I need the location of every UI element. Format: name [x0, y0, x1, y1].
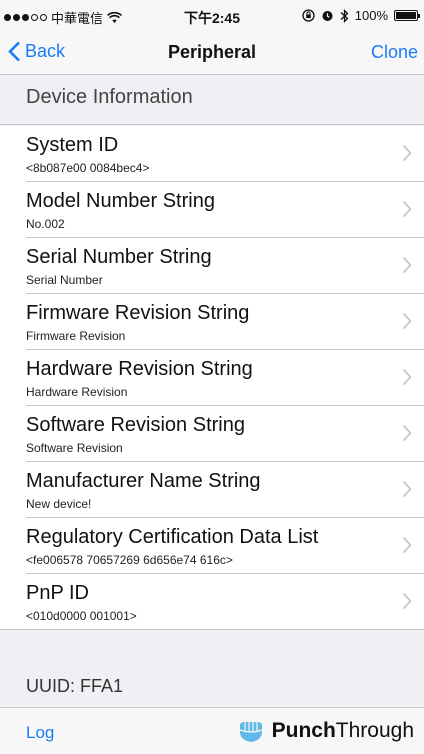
list-item-title: PnP ID: [26, 582, 89, 604]
list-item-value: Serial Number: [26, 273, 103, 287]
list-item-title: Firmware Revision String: [26, 302, 250, 324]
uuid-label: UUID: FFA1: [26, 676, 124, 696]
status-bar: 中華電信 下午2:45 100%: [0, 0, 424, 30]
chevron-right-icon: [402, 480, 412, 498]
list-item[interactable]: Model Number String No.002: [0, 182, 424, 238]
list-item-title: Serial Number String: [26, 246, 212, 268]
list-item[interactable]: Firmware Revision String Firmware Revisi…: [0, 294, 424, 350]
list-item-value: Firmware Revision: [26, 329, 126, 343]
battery-percent: 100%: [354, 8, 388, 23]
list-item-value: Hardware Revision: [26, 385, 128, 399]
list-item[interactable]: PnP ID <010d0000 001001>: [0, 574, 424, 630]
list-item[interactable]: Regulatory Certification Data List <fe00…: [0, 518, 424, 574]
list-item[interactable]: System ID <8b087e00 0084bec4>: [0, 126, 424, 182]
battery-icon: [394, 10, 420, 21]
list-item-value: New device!: [26, 497, 92, 511]
list-item[interactable]: Manufacturer Name String New device!: [0, 462, 424, 518]
log-button[interactable]: Log: [26, 723, 54, 743]
list-footer-spacer: [0, 630, 424, 672]
list-item-value: Software Revision: [26, 441, 123, 455]
brand-text: PunchThrough: [272, 719, 414, 743]
brand-light: Through: [335, 719, 414, 742]
section-header: Device Information: [0, 75, 424, 125]
bottom-toolbar: Log PunchThrough: [0, 708, 424, 754]
chevron-right-icon: [402, 256, 412, 274]
alarm-icon: [322, 11, 333, 21]
punchthrough-logo: PunchThrough: [236, 718, 414, 744]
lock-rotation-icon: [302, 9, 315, 22]
list-item-title: System ID: [26, 134, 119, 156]
uuid-section-header: UUID: FFA1: [0, 672, 424, 708]
punchthrough-logo-icon: [239, 722, 262, 742]
brand-bold: Punch: [271, 719, 336, 742]
chevron-right-icon: [402, 144, 412, 162]
chevron-right-icon: [402, 536, 412, 554]
list-item-value: No.002: [26, 217, 65, 231]
list-item[interactable]: Serial Number String Serial Number: [0, 238, 424, 294]
chevron-right-icon: [402, 592, 412, 610]
page-title: Peripheral: [167, 42, 257, 62]
section-header-label: Device Information: [26, 86, 193, 108]
list-item-value: <8b087e00 0084bec4>: [26, 161, 150, 175]
list-item[interactable]: Software Revision String Software Revisi…: [0, 406, 424, 462]
list-item-value: <fe006578 70657269 6d656e74 616c>: [26, 553, 233, 567]
bluetooth-icon: [340, 8, 349, 23]
chevron-right-icon: [402, 424, 412, 442]
list-item-value: <010d0000 001001>: [26, 609, 137, 623]
chevron-right-icon: [402, 200, 412, 218]
list-item-title: Software Revision String: [26, 414, 245, 436]
status-right: 100%: [302, 8, 420, 23]
navigation-bar: Back Peripheral Clone: [0, 30, 424, 75]
list-item-title: Model Number String: [26, 190, 215, 212]
chevron-right-icon: [402, 368, 412, 386]
clone-button[interactable]: Clone: [371, 42, 418, 63]
chevron-right-icon: [402, 312, 412, 330]
list-item-title: Manufacturer Name String: [26, 470, 261, 492]
characteristics-list: System ID <8b087e00 0084bec4> Model Numb…: [0, 126, 424, 630]
list-item-title: Hardware Revision String: [26, 358, 253, 380]
list-item-title: Regulatory Certification Data List: [26, 526, 319, 548]
list-item[interactable]: Hardware Revision String Hardware Revisi…: [0, 350, 424, 406]
